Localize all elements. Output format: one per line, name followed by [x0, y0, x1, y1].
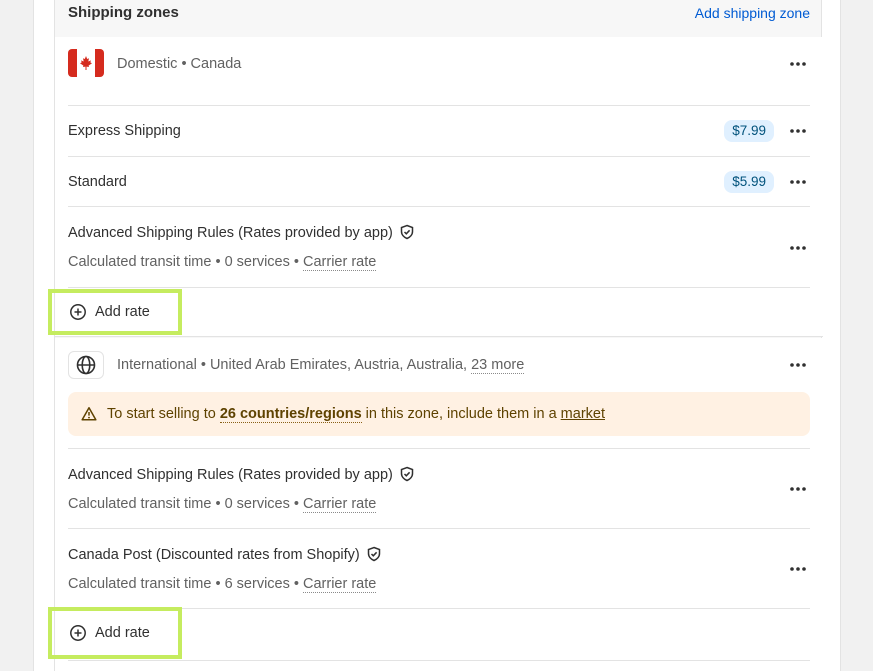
carrier-rate-link[interactable]: Carrier rate [303, 254, 377, 271]
zone-label-text: International • United Arab Emirates, Au… [117, 357, 468, 373]
app-rate-details: Calculated transit time • 6 services • C… [68, 576, 377, 593]
zone-international: International • United Arab Emirates, Au… [48, 338, 823, 671]
canada-flag-icon [68, 49, 104, 77]
app-rate-more-actions-button[interactable] [788, 238, 808, 258]
settings-card: Shipping zones Add shipping zone Domesti… [33, 0, 841, 671]
more-horizontal-icon [790, 129, 806, 133]
market-warning-banner: To start selling to 26 countries/regions… [68, 392, 810, 436]
app-rate-name: Canada Post (Discounted rates from Shopi… [68, 547, 360, 563]
plus-circle-icon [70, 304, 86, 320]
verified-shield-icon [400, 224, 414, 240]
rate-more-actions-button[interactable] [788, 121, 808, 141]
banner-middle: in this zone, include them in a [365, 406, 557, 422]
app-rate-title: Canada Post (Discounted rates from Shopi… [68, 546, 382, 563]
verified-shield-icon [367, 546, 380, 562]
rate-price-badge: $7.99 [724, 120, 774, 142]
add-rate-row: Add rate [48, 607, 810, 660]
rate-price-badge: $5.99 [724, 171, 774, 193]
more-horizontal-icon [790, 487, 806, 491]
app-rate-details-text: Calculated transit time • 6 services • [68, 576, 299, 592]
app-rate-row: Advanced Shipping Rules (Rates provided … [68, 206, 810, 287]
app-rate-title: Advanced Shipping Rules (Rates provided … [68, 224, 415, 241]
more-horizontal-icon [790, 62, 806, 66]
add-rate-button[interactable]: Add rate [48, 607, 182, 659]
add-rate-label: Add rate [95, 625, 150, 641]
more-horizontal-icon [790, 567, 806, 571]
rate-name: Express Shipping [68, 123, 181, 139]
app-rate-title: Advanced Shipping Rules (Rates provided … [68, 466, 415, 483]
app-rate-details-text: Calculated transit time • 0 services • [68, 496, 299, 512]
rate-name: Standard [68, 174, 127, 190]
app-rate-name: Advanced Shipping Rules (Rates provided … [68, 467, 393, 483]
shipping-zones-header: Shipping zones Add shipping zone [55, 0, 823, 37]
app-rate-details: Calculated transit time • 0 services • C… [68, 496, 377, 513]
carrier-rate-link[interactable]: Carrier rate [303, 576, 377, 593]
more-horizontal-icon [790, 246, 806, 250]
app-rate-row: Canada Post (Discounted rates from Shopi… [68, 528, 810, 608]
app-rate-details-text: Calculated transit time • 0 services • [68, 254, 299, 270]
more-horizontal-icon [790, 363, 806, 367]
zone-more-actions-button[interactable] [788, 54, 808, 74]
app-rate-details: Calculated transit time • 0 services • C… [68, 254, 377, 271]
zone-domestic: Domestic • Canada Express Shipping $7.99… [48, 37, 823, 337]
app-rate-name: Advanced Shipping Rules (Rates provided … [68, 225, 393, 241]
rate-row: Express Shipping $7.99 [68, 105, 810, 156]
add-rate-row: Add rate [48, 287, 810, 337]
zone-header: International • United Arab Emirates, Au… [68, 338, 810, 392]
zone-header: Domestic • Canada [68, 37, 810, 104]
add-rate-button[interactable]: Add rate [48, 289, 182, 335]
banner-prefix: To start selling to [107, 406, 216, 422]
app-rate-row: Advanced Shipping Rules (Rates provided … [68, 448, 810, 528]
plus-circle-icon [70, 625, 86, 641]
app-rate-more-actions-button[interactable] [788, 559, 808, 579]
add-shipping-zone-link[interactable]: Add shipping zone [695, 5, 810, 21]
add-rate-label: Add rate [95, 304, 150, 320]
carrier-rate-link[interactable]: Carrier rate [303, 496, 377, 513]
rate-row: Standard $5.99 [68, 156, 810, 206]
zone-label: International • United Arab Emirates, Au… [117, 357, 525, 374]
more-countries-link[interactable]: 23 more [471, 357, 525, 374]
zone-label: Domestic • Canada [117, 56, 242, 72]
rate-more-actions-button[interactable] [788, 172, 808, 192]
warning-icon [81, 407, 97, 421]
app-rate-more-actions-button[interactable] [788, 479, 808, 499]
row-divider [68, 660, 810, 671]
globe-icon [68, 351, 104, 379]
more-horizontal-icon [790, 180, 806, 184]
banner-highlight[interactable]: 26 countries/regions [219, 406, 362, 423]
verified-shield-icon [400, 466, 414, 482]
zone-more-actions-button[interactable] [788, 355, 808, 375]
market-link[interactable]: market [561, 406, 605, 422]
shipping-zones-section: Shipping zones Add shipping zone Domesti… [48, 0, 823, 671]
section-title: Shipping zones [68, 4, 179, 21]
